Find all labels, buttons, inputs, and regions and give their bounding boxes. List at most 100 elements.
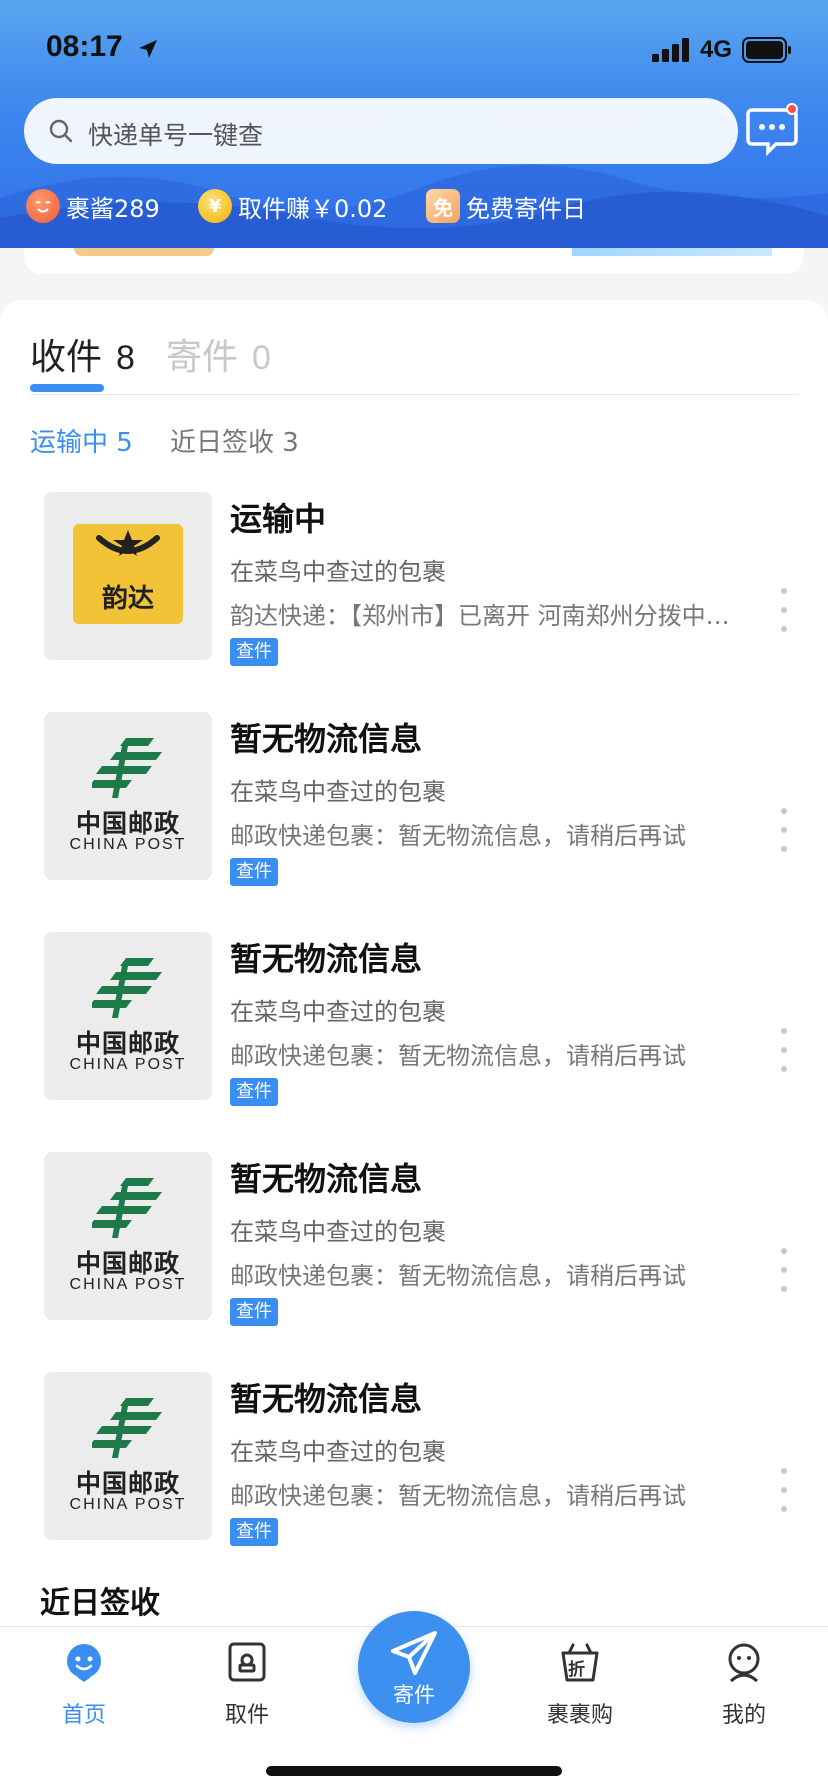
package-detail: 邮政快递包裹：暂无物流信息，请稍后再试 [230,1262,686,1290]
package-title: 暂无物流信息 [230,1380,423,1418]
location-arrow-icon [139,40,157,58]
china-post-cn: 中国邮政 [75,1249,180,1278]
perk-label: 免费寄件日 [466,194,586,223]
tab-count: 8 [116,339,135,377]
status-bar: 08:17 4G [0,0,828,100]
china-post-mark-icon [92,738,162,798]
package-detail: 邮政快递包裹：暂无物流信息，请稍后再试 [230,1042,686,1070]
china-post-logo: 中国邮政 CHINA POST [44,712,212,880]
nav-home[interactable]: 首页 [24,1641,144,1741]
perk-points[interactable]: 裹酱289 [26,186,160,226]
perk-pickup-earn[interactable]: ¥ 取件赚￥0.02 [198,186,387,226]
search-input[interactable]: 快递单号一键查 [24,98,738,164]
nav-label: 取件 [224,1703,269,1728]
china-post-en: CHINA POST [69,1496,187,1513]
home-icon [67,1644,101,1682]
package-item[interactable]: 中国邮政 CHINA POST 暂无物流信息 在菜鸟中查过的包裹 邮政快递包裹：… [0,1372,828,1592]
more-icon[interactable] [776,1468,792,1512]
package-item[interactable]: 中国邮政 CHINA POST 暂无物流信息 在菜鸟中查过的包裹 邮政快递包裹：… [0,712,828,932]
package-detail: 邮政快递包裹：暂无物流信息，请稍后再试 [230,1482,686,1510]
package-title: 暂无物流信息 [230,1160,423,1198]
subtab-in-transit[interactable]: 运输中 5 [30,422,133,459]
package-source: 在菜鸟中查过的包裹 [230,998,446,1026]
perk-label: 取件赚￥0.02 [238,194,388,223]
battery-icon [742,37,791,63]
home-indicator [266,1766,562,1776]
tab-underline [30,384,104,392]
package-detail: 邮政快递包裹：暂无物流信息，请稍后再试 [230,822,686,850]
more-icon[interactable] [776,1248,792,1292]
china-post-cn: 中国邮政 [75,1469,180,1498]
yunda-smile-icon [96,530,160,556]
divider [30,394,798,395]
tab-receive[interactable]: 收件 8 [30,328,135,380]
package-item[interactable]: 中国邮政 CHINA POST 暂无物流信息 在菜鸟中查过的包裹 邮政快递包裹：… [0,932,828,1152]
package-source: 在菜鸟中查过的包裹 [230,1438,446,1466]
header: 08:17 4G 快递单号一键查 裹酱289 ¥ 取件赚￥0.02 免 免费寄件… [0,0,828,248]
package-item[interactable]: 中国邮政 CHINA POST 暂无物流信息 在菜鸟中查过的包裹 邮政快递包裹：… [0,1152,828,1372]
query-tag-button[interactable]: 查件 [230,858,278,886]
send-fab-label: 寄件 [393,1683,435,1707]
nav-shop[interactable]: 折 裹裹购 [520,1641,640,1741]
china-post-en: CHINA POST [69,1276,187,1293]
package-item[interactable]: 韵达 运输中 在菜鸟中查过的包裹 韵达快递：【郑州市】已离开 河南郑州分拨中心；… [0,492,828,712]
search-placeholder: 快递单号一键查 [88,121,264,150]
china-post-logo: 中国邮政 CHINA POST [44,1152,212,1320]
perk-free-send[interactable]: 免 免费寄件日 [426,186,586,226]
subtab-bar: 运输中 5 近日签收 3 [30,422,630,462]
notification-dot [786,103,798,115]
nav-pickup[interactable]: 取件 [187,1641,307,1741]
china-post-cn: 中国邮政 [75,809,180,838]
tab-bar: 收件 8 寄件 0 [30,328,800,392]
query-tag-button[interactable]: 查件 [230,638,278,666]
package-detail: 韵达快递：【郑州市】已离开 河南郑州分拨中心；发往 河南郑州 [230,602,730,630]
more-icon[interactable] [776,808,792,852]
banner-peek-left [74,248,214,256]
more-icon[interactable] [776,1028,792,1072]
tab-label: 寄件 [166,337,239,378]
package-list: 韵达 运输中 在菜鸟中查过的包裹 韵达快递：【郑州市】已离开 河南郑州分拨中心；… [0,492,828,1592]
yunda-badge: 韵达 [73,524,183,624]
recent-signed-heading: 近日签收 [40,1586,160,1621]
china-post-mark-icon [92,1178,162,1238]
more-icon[interactable] [776,588,792,632]
package-source: 在菜鸟中查过的包裹 [230,558,446,586]
perks-row: 裹酱289 ¥ 取件赚￥0.02 免 免费寄件日 [0,186,828,226]
china-post-mark-icon [92,1398,162,1458]
profile-icon [728,1643,760,1683]
send-plane-icon [391,1631,437,1675]
mascot-icon [26,189,60,223]
search-icon [49,119,73,143]
send-fab-button[interactable]: 寄件 [358,1611,470,1723]
query-tag-button[interactable]: 查件 [230,1518,278,1546]
query-tag-button[interactable]: 查件 [230,1298,278,1326]
package-title: 运输中 [230,500,327,538]
nav-me[interactable]: 我的 [684,1641,804,1741]
packages-card: 收件 8 寄件 0 运输中 5 近日签收 3 韵达 运输中 在菜鸟中查过的包裹 … [0,300,828,1626]
tab-label: 收件 [30,337,103,378]
status-time: 08:17 [46,30,123,63]
package-source: 在菜鸟中查过的包裹 [230,1218,446,1246]
china-post-logo: 中国邮政 CHINA POST [44,932,212,1100]
banner-peek-right [572,248,772,256]
china-post-mark-icon [92,958,162,1018]
china-post-cn: 中国邮政 [75,1029,180,1058]
pickup-icon [228,1642,266,1682]
package-title: 暂无物流信息 [230,720,423,758]
network-label: 4G [700,36,733,63]
china-post-en: CHINA POST [69,1056,187,1073]
yunda-logo: 韵达 [44,492,212,660]
package-title: 暂无物流信息 [230,940,423,978]
free-icon: 免 [426,189,460,223]
yunda-logo-text: 韵达 [101,584,154,614]
shop-discount-glyph: 折 [568,1660,585,1680]
query-tag-button[interactable]: 查件 [230,1078,278,1106]
signal-icon [652,38,689,62]
nav-label: 裹裹购 [546,1703,613,1728]
nav-label: 首页 [61,1703,106,1728]
tab-send[interactable]: 寄件 0 [166,328,271,380]
subtab-recent-signed[interactable]: 近日签收 3 [170,422,299,459]
coin-icon: ¥ [198,189,232,223]
perk-label: 裹酱289 [66,194,160,223]
promo-banner[interactable] [24,248,804,274]
